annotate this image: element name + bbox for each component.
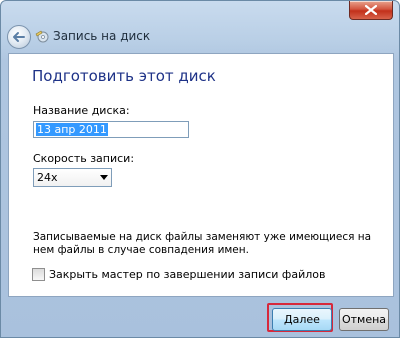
close-icon [365,5,377,15]
close-wizard-checkbox[interactable] [32,268,45,281]
write-speed-value: 24x [37,171,58,184]
disc-name-label: Название диска: [33,104,130,117]
close-button[interactable] [349,1,393,20]
burn-disc-wizard-window: Запись на диск Подготовить этот диск Наз… [0,0,400,338]
back-arrow-icon [13,32,25,42]
close-wizard-checkbox-label[interactable]: Закрыть мастер по завершении записи файл… [49,268,325,281]
chevron-down-icon [100,175,108,180]
overwrite-note: Записываемые на диск файлы заменяют уже … [33,231,372,256]
burn-disc-icon [35,30,49,43]
disc-name-value: 13 апр 2011 [36,123,108,136]
page-heading: Подготовить этот диск [32,67,216,85]
wizard-footer: Далее Отмена [1,296,399,337]
window-title: Запись на диск [53,29,151,43]
write-speed-dropdown[interactable]: 24x [33,168,112,187]
title-bar: Запись на диск [1,23,399,53]
back-button[interactable] [7,25,31,49]
write-speed-label: Скорость записи: [33,152,135,165]
wizard-content: Подготовить этот диск Название диска: 13… [8,53,394,297]
disc-name-input[interactable]: 13 апр 2011 [33,121,189,138]
next-button[interactable]: Далее [272,308,332,331]
cancel-button[interactable]: Отмена [339,308,389,331]
